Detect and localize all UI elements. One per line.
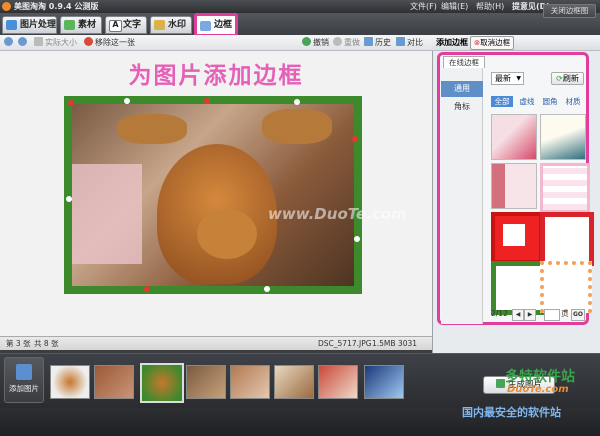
app-title: 美图淘淘 0.9.4 公测版 <box>14 2 99 11</box>
actual-size-label: 实际大小 <box>45 38 77 47</box>
category-list: 通用 角标 <box>441 68 483 324</box>
undo-label: 撤销 <box>313 38 329 47</box>
generate-icon <box>495 379 505 388</box>
redo-label: 重做 <box>344 38 360 47</box>
history-button[interactable]: 历史 <box>364 37 391 49</box>
page-unit: 页 <box>561 309 569 318</box>
materials-icon <box>64 20 75 30</box>
add-image-button[interactable]: 添加图片 <box>4 357 44 403</box>
border-thumb[interactable] <box>540 163 590 213</box>
border-thumb[interactable] <box>491 163 537 209</box>
cancel-border-button[interactable]: ⊗取消边框 <box>470 36 514 50</box>
tab-image-process[interactable]: 图片处理 <box>2 16 57 34</box>
status-bar: 第 3 张 共 8 张 DSC_5717.JPG 1.5MB 3031 <box>0 336 432 350</box>
menu-help[interactable]: 帮助(H) <box>476 1 504 12</box>
filter-rounded[interactable]: 圆角 <box>540 96 560 107</box>
remove-one-button[interactable]: 移除这一张 <box>84 37 135 49</box>
category-corner[interactable]: 角标 <box>441 99 483 115</box>
compare-label: 对比 <box>407 38 423 47</box>
border-thumb[interactable] <box>540 114 586 160</box>
panel-header: 添加边框 ⊗取消边框 <box>432 35 600 51</box>
film-thumb[interactable] <box>50 365 90 399</box>
tab-watermark[interactable]: 水印 <box>150 16 192 34</box>
border-thumb[interactable] <box>540 212 594 266</box>
pager: 2/12 ◀ ▶ 页 GO <box>487 308 585 321</box>
history-label: 历史 <box>375 38 391 47</box>
border-thumb[interactable] <box>491 261 545 315</box>
panel-title: 添加边框 <box>436 38 468 47</box>
tab-label: 边框 <box>214 20 233 30</box>
film-thumb[interactable] <box>94 365 134 399</box>
border-icon <box>200 21 211 31</box>
zoom-in-icon[interactable] <box>4 37 15 49</box>
compare-button[interactable]: 对比 <box>396 37 423 49</box>
actual-size-button[interactable]: 实际大小 <box>34 37 77 49</box>
status-current: 第 3 张 <box>6 339 31 348</box>
canvas-overlay-title: 为图片添加边框 <box>128 63 304 89</box>
site-logo-watermark: 多特软件站 <box>505 369 575 385</box>
refresh-label: 刷新 <box>562 74 579 83</box>
status-filename: DSC_5717.JPG <box>318 339 372 348</box>
border-thumb[interactable] <box>491 212 543 264</box>
site-url-watermark: DuoTe.com <box>507 384 569 395</box>
status-total: 共 8 张 <box>34 339 59 348</box>
page-indicator: 2/12 <box>491 309 508 318</box>
film-thumb[interactable] <box>186 365 226 399</box>
tab-text[interactable]: A 文字 <box>105 16 147 34</box>
tab-materials[interactable]: 素材 <box>60 16 102 34</box>
category-general[interactable]: 通用 <box>441 81 483 97</box>
film-thumb[interactable] <box>318 365 358 399</box>
site-watermark: www.DuoTe.com <box>268 205 407 223</box>
watermark-icon <box>154 20 165 30</box>
refresh-icon: ⟳ <box>556 74 563 83</box>
film-thumb-selected[interactable] <box>140 363 184 403</box>
go-button[interactable]: GO <box>571 309 585 321</box>
border-thumb[interactable] <box>540 261 592 313</box>
menu-file[interactable]: 文件(F) <box>410 1 437 12</box>
film-thumb[interactable] <box>364 365 404 399</box>
chevron-down-icon: ▼ <box>516 75 521 82</box>
framed-photo <box>64 96 362 294</box>
tab-label: 水印 <box>168 20 187 30</box>
cancel-border-label: 取消边框 <box>480 38 511 47</box>
add-image-label: 添加图片 <box>9 384 39 393</box>
film-thumb[interactable] <box>274 365 314 399</box>
prev-page-icon[interactable]: ◀ <box>512 309 524 321</box>
site-slogan-watermark: 国内最安全的软件站 <box>462 406 561 419</box>
toolbar: 实际大小 移除这一张 撤销 重做 历史 对比 <box>0 35 432 51</box>
tab-label: 素材 <box>78 20 97 30</box>
status-size: 1.5MB 3031 <box>372 339 418 348</box>
zoom-out-icon[interactable] <box>18 37 29 49</box>
refresh-button[interactable]: ⟳刷新 <box>551 72 584 85</box>
tab-border[interactable]: 边框 <box>194 13 238 37</box>
sort-select[interactable]: 最新 ▼ <box>491 72 524 85</box>
online-border-tab[interactable]: 在线边框 <box>443 56 485 68</box>
remove-one-label: 移除这一张 <box>95 38 135 47</box>
filter-dashed[interactable]: 虚线 <box>517 96 537 107</box>
tab-label: 文字 <box>123 20 142 30</box>
film-thumb[interactable] <box>230 365 270 399</box>
page-input[interactable] <box>544 309 560 321</box>
border-thumb[interactable] <box>491 114 537 160</box>
add-image-icon <box>16 364 32 380</box>
title-bar: 美图淘淘 0.9.4 公测版 文件(F) 编辑(E) 帮助(H) 提意见(D) … <box>0 0 600 13</box>
filter-material[interactable]: 材质 <box>563 96 583 107</box>
tab-bar: 图片处理 素材 A 文字 水印 边框 <box>0 13 600 37</box>
redo-button[interactable]: 重做 <box>333 37 360 49</box>
close-border-button[interactable]: 关闭边框图 <box>543 4 596 18</box>
undo-button[interactable]: 撤销 <box>302 37 329 49</box>
next-page-icon[interactable]: ▶ <box>524 309 536 321</box>
app-logo-icon <box>2 2 11 11</box>
tab-label: 图片处理 <box>20 20 57 30</box>
sort-value: 最新 <box>495 74 511 83</box>
image-process-icon <box>6 20 17 30</box>
text-icon: A <box>109 20 122 32</box>
filter-all[interactable]: 全部 <box>491 96 513 107</box>
menu-edit[interactable]: 编辑(E) <box>441 1 468 12</box>
photo-moose-plush <box>72 104 354 286</box>
